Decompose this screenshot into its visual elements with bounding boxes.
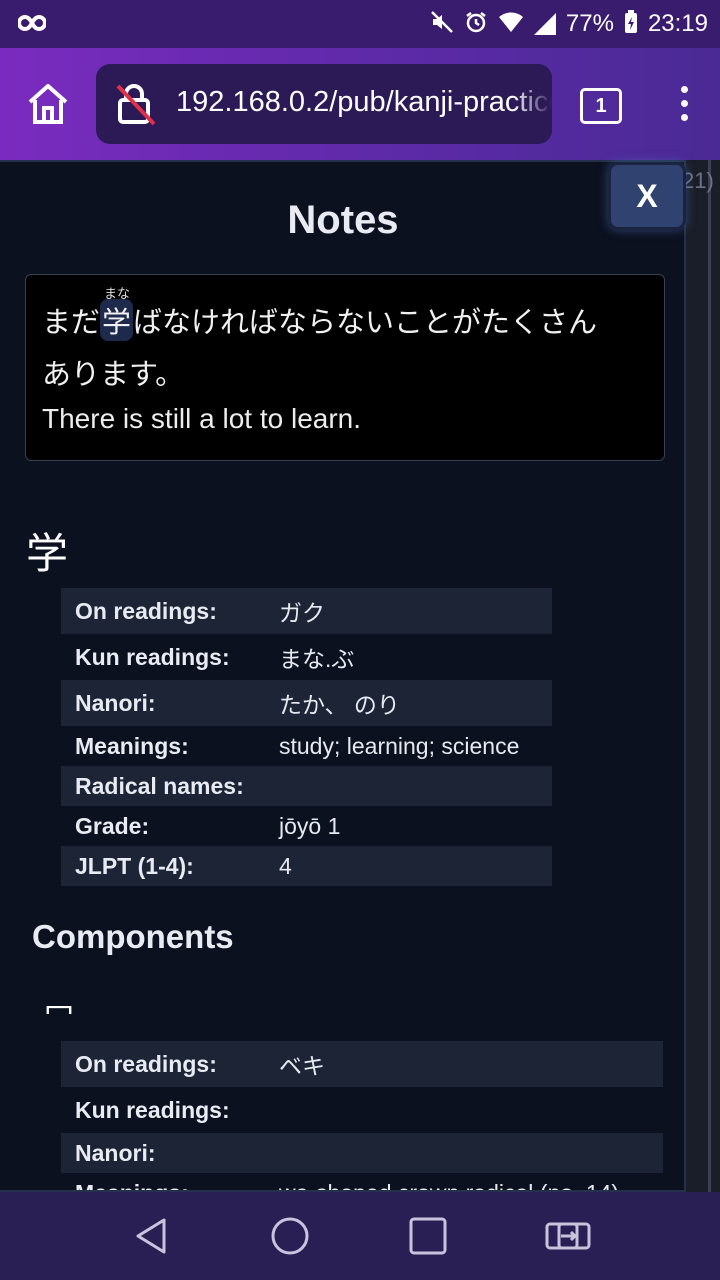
row-value: まな.ぶ [279, 646, 355, 672]
row-label: Meanings: [75, 732, 189, 759]
row-value [265, 766, 552, 806]
row-value [265, 1133, 663, 1173]
clock: 23:19 [647, 10, 708, 37]
system-nav-bar [0, 1192, 720, 1280]
sentence-line-2: あります。 [42, 359, 185, 391]
home-circle-icon[interactable] [270, 1216, 310, 1256]
table-row: JLPT (1-4): 4 [61, 846, 552, 886]
switch-app-icon[interactable] [545, 1216, 591, 1256]
row-value [265, 1087, 663, 1133]
home-icon[interactable] [24, 80, 72, 128]
sentence-before: まだ [42, 307, 101, 339]
row-value: ベキ [265, 1041, 663, 1087]
table-row: Nanori: [61, 1133, 663, 1173]
close-button[interactable]: X [608, 162, 686, 230]
modal-title: Notes [287, 198, 399, 242]
recents-icon[interactable] [408, 1216, 448, 1256]
tab-switcher-button[interactable]: 1 [580, 88, 622, 124]
url-fade [512, 64, 552, 144]
row-value: ガク [265, 588, 552, 634]
table-row: Meanings: study; learning; science [61, 726, 552, 766]
row-label: On readings: [61, 1041, 265, 1087]
row-label: Nanori: [61, 680, 265, 726]
component-info-table: On readings:ベキ Kun readings: Nanori: Mea… [61, 1041, 663, 1191]
row-label: Grade: [75, 812, 150, 839]
row-label: Nanori: [61, 1133, 265, 1173]
row-value: 4 [265, 846, 552, 886]
sentence-translation: There is still a lot to learn. [42, 403, 362, 434]
row-label: Kun readings: [75, 643, 230, 670]
notes-modal: Notes まな まだ学ばなければならないことがたくさん あります。 There… [0, 160, 686, 1192]
row-label: Meanings: [61, 1173, 265, 1191]
back-icon[interactable] [132, 1216, 172, 1256]
components-heading: Components [32, 918, 234, 955]
background-divider [708, 160, 711, 1192]
highlighted-kanji[interactable]: 学 [100, 299, 134, 341]
address-bar[interactable]: 192.168.0.2/pub/kanji-practice [96, 64, 552, 144]
table-row: Grade: jōyō 1 [61, 806, 552, 846]
table-row: Meanings:wa-shaped crown radical (no. 14… [61, 1173, 663, 1191]
browser-toolbar: 192.168.0.2/pub/kanji-practice 1 [0, 48, 720, 160]
row-label: Kun readings: [75, 1096, 230, 1123]
component-kanji: 冖 [44, 997, 74, 1030]
mute-icon [430, 10, 454, 38]
alarm-icon [464, 10, 488, 38]
table-row: On readings: ガク [61, 588, 552, 634]
table-row: Nanori: たか、 のり [61, 680, 552, 726]
url-text[interactable]: 192.168.0.2/pub/kanji-practice [176, 86, 552, 119]
sentence-after: ばなければならないことがたくさん [133, 307, 598, 339]
row-label: JLPT (1-4): [61, 846, 265, 886]
table-row: Kun readings: まな.ぶ [61, 634, 552, 680]
table-row: On readings: ベキ [61, 1041, 663, 1087]
table-row: Radical names: [61, 766, 552, 806]
sentence-line-1: まだ学ばなければならないことがたくさん [42, 299, 597, 341]
overflow-menu-icon[interactable] [672, 82, 696, 126]
row-value: たか、 のり [265, 680, 552, 726]
signal-icon [533, 13, 556, 35]
row-value: wa-shaped crown radical (no. 14) [265, 1173, 663, 1191]
background-text: 21) [682, 168, 714, 193]
battery-icon [624, 10, 638, 38]
table-row: Kun readings: [61, 1087, 663, 1133]
kanji-info-table: On readings: ガク Kun readings: まな.ぶ Nanori:… [61, 588, 552, 886]
wifi-icon [498, 11, 524, 37]
insecure-lock-icon[interactable] [116, 82, 156, 126]
battery-percent: 77% [565, 10, 614, 37]
kanji-heading: 学 [26, 530, 69, 577]
row-value: study; learning; science [279, 732, 520, 759]
row-value: jōyō 1 [279, 812, 341, 839]
row-label: Radical names: [61, 766, 265, 806]
example-sentence-box: まな まだ学ばなければならないことがたくさん あります。 There is st… [25, 274, 665, 461]
infinity-icon [16, 12, 48, 40]
row-label: On readings: [61, 588, 265, 634]
status-bar: 77% 23:19 [0, 0, 720, 48]
